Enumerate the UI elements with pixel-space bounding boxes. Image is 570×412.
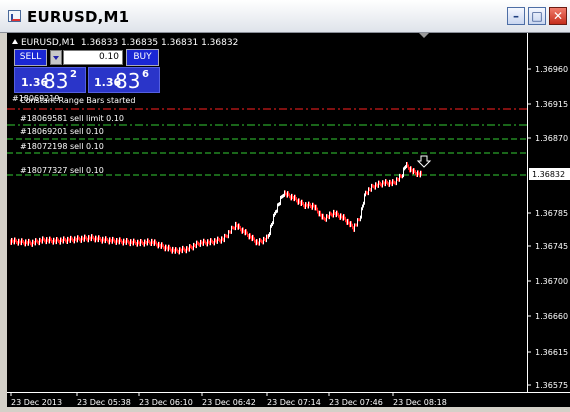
sell-quote[interactable]: 1.36 83 2 <box>14 67 86 93</box>
collapse-triangle-icon[interactable] <box>12 39 18 44</box>
order-label: #18077327 sell 0.10 <box>20 166 104 175</box>
price-axis[interactable]: 1.36960 1.36915 1.36870 1.36832 1.36785 1.367… <box>527 33 570 392</box>
price-label: 1.36915 <box>535 100 568 109</box>
chart-symbol: EURUSD,M1 <box>21 38 76 48</box>
buy-quote-pips: 83 <box>115 69 141 93</box>
sell-quote-pips: 83 <box>43 69 69 93</box>
time-label: 23 Dec 06:42 <box>202 398 256 407</box>
maximize-icon: □ <box>531 9 543 23</box>
time-label: 23 Dec 07:14 <box>267 398 321 407</box>
time-axis[interactable]: 23 Dec 2013 23 Dec 05:38 23 Dec 06:10 23 De… <box>7 392 570 407</box>
sell-quote-fraction: 2 <box>70 69 77 80</box>
buy-quote-fraction: 6 <box>142 69 149 80</box>
ea-started-message: Constant Range Bars started <box>20 96 136 105</box>
lot-dropdown-button[interactable] <box>50 50 62 65</box>
price-label: 1.36700 <box>535 277 568 286</box>
price-label: 1.36960 <box>535 65 568 74</box>
chart-window-icon <box>8 10 21 22</box>
order-label: #18072198 sell 0.10 <box>20 142 104 151</box>
order-label: #18069581 sell limit 0.10 <box>20 114 124 123</box>
chart-shift-icon <box>419 33 429 38</box>
time-label: 23 Dec 08:18 <box>393 398 447 407</box>
sell-arrow-icon <box>416 155 432 168</box>
price-axis-scale: 1.36960 1.36915 1.36870 1.36832 1.36785 1.367… <box>528 65 570 390</box>
one-click-trade-panel: SELL 0.10 BUY 1.36 83 2 1.36 83 6 <box>14 49 161 94</box>
window-title: EURUSD,M1 <box>27 8 130 26</box>
close-icon: ✕ <box>552 9 564 23</box>
buy-quote[interactable]: 1.36 83 6 <box>88 67 160 93</box>
price-label: 1.36785 <box>535 209 568 218</box>
time-label: 23 Dec 06:10 <box>139 398 193 407</box>
time-label: 23 Dec 2013 <box>11 398 62 407</box>
time-label: 23 Dec 07:46 <box>329 398 383 407</box>
chart-header: EURUSD,M1 1.36833 1.36835 1.36831 1.3683… <box>12 38 238 48</box>
maximize-button[interactable]: □ <box>528 7 546 25</box>
price-label: 1.36660 <box>535 312 568 321</box>
lot-size-input[interactable]: 0.10 <box>63 50 123 65</box>
time-axis-scale: 23 Dec 2013 23 Dec 05:38 23 Dec 06:10 23 De… <box>10 393 447 407</box>
order-label: #18069201 sell 0.10 <box>20 127 104 136</box>
current-price-label: 1.36832 <box>532 170 565 179</box>
title-bar[interactable]: EURUSD,M1 – □ ✕ <box>0 0 570 33</box>
close-button[interactable]: ✕ <box>549 7 567 25</box>
terminal-window: EURUSD,M1 – □ ✕ 1.36960 1.36915 1.36870 1.3… <box>0 0 570 407</box>
price-label: 1.36615 <box>535 348 568 357</box>
arrow-shape <box>416 155 432 168</box>
minimize-button[interactable]: – <box>507 7 525 25</box>
minimize-icon: – <box>513 9 519 23</box>
price-label: 1.36745 <box>535 242 568 251</box>
price-label: 1.36575 <box>535 381 568 390</box>
buy-button[interactable]: BUY <box>126 49 159 66</box>
chart-ohlc: 1.36833 1.36835 1.36831 1.36832 <box>80 38 239 48</box>
sell-button[interactable]: SELL <box>14 49 47 66</box>
time-label: 23 Dec 05:38 <box>77 398 131 407</box>
price-label: 1.36870 <box>535 134 568 143</box>
